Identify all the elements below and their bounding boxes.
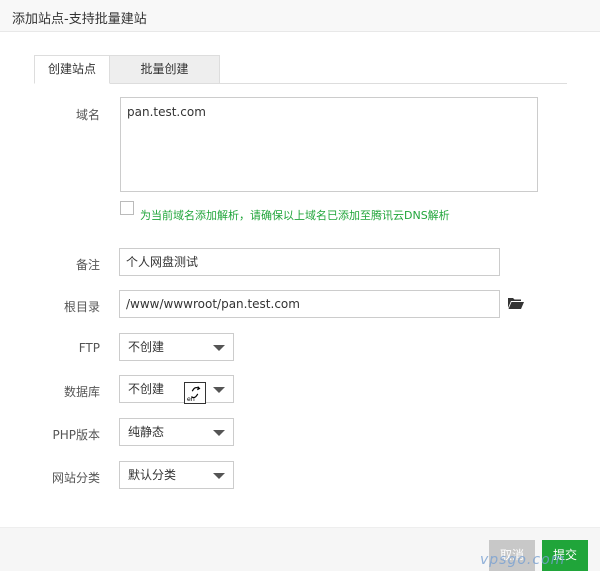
watermark: vpsgo.com <box>480 552 566 568</box>
ftp-select[interactable]: 不创建 <box>119 333 234 361</box>
database-select[interactable]: 不创建 <box>119 375 234 403</box>
tab-create-site[interactable]: 创建站点 <box>34 55 110 84</box>
dns-resolve-checkbox[interactable] <box>120 201 134 215</box>
ime-en-icon: en <box>187 386 201 403</box>
tab-bar: 创建站点 批量创建 <box>34 55 567 84</box>
database-label: 数据库 <box>63 385 100 399</box>
dialog-title: 添加站点-支持批量建站 <box>12 12 147 27</box>
site-category-select-value: 默认分类 <box>128 468 177 482</box>
site-category-label: 网站分类 <box>51 471 100 485</box>
domain-textarea[interactable]: pan.test.com <box>120 97 538 192</box>
ime-switch-icon: en <box>184 382 206 404</box>
site-category-select[interactable]: 默认分类 <box>119 461 234 489</box>
ftp-label: FTP <box>78 341 100 355</box>
ftp-select-value: 不创建 <box>128 340 165 354</box>
root-dir-input[interactable]: /www/wwwroot/pan.test.com <box>119 290 500 318</box>
php-version-label: PHP版本 <box>52 428 101 442</box>
tab-batch-create[interactable]: 批量创建 <box>110 55 220 84</box>
caret-down-icon <box>213 387 225 393</box>
remark-input[interactable]: 个人网盘测试 <box>119 248 500 276</box>
domain-label: 域名 <box>75 108 100 122</box>
caret-down-icon <box>213 473 225 479</box>
svg-text:en: en <box>187 396 195 403</box>
remark-label: 备注 <box>75 258 100 272</box>
php-version-select[interactable]: 纯静态 <box>119 418 234 446</box>
folder-open-icon[interactable] <box>508 297 524 309</box>
caret-down-icon <box>213 345 225 351</box>
database-select-value: 不创建 <box>128 382 165 396</box>
dialog-titlebar: 添加站点-支持批量建站 <box>0 0 600 32</box>
root-dir-label: 根目录 <box>63 300 100 314</box>
caret-down-icon <box>213 430 225 436</box>
dns-hint-text: 为当前域名添加解析，请确保以上域名已添加至腾讯云DNS解析 <box>140 209 450 222</box>
php-version-select-value: 纯静态 <box>128 425 165 439</box>
